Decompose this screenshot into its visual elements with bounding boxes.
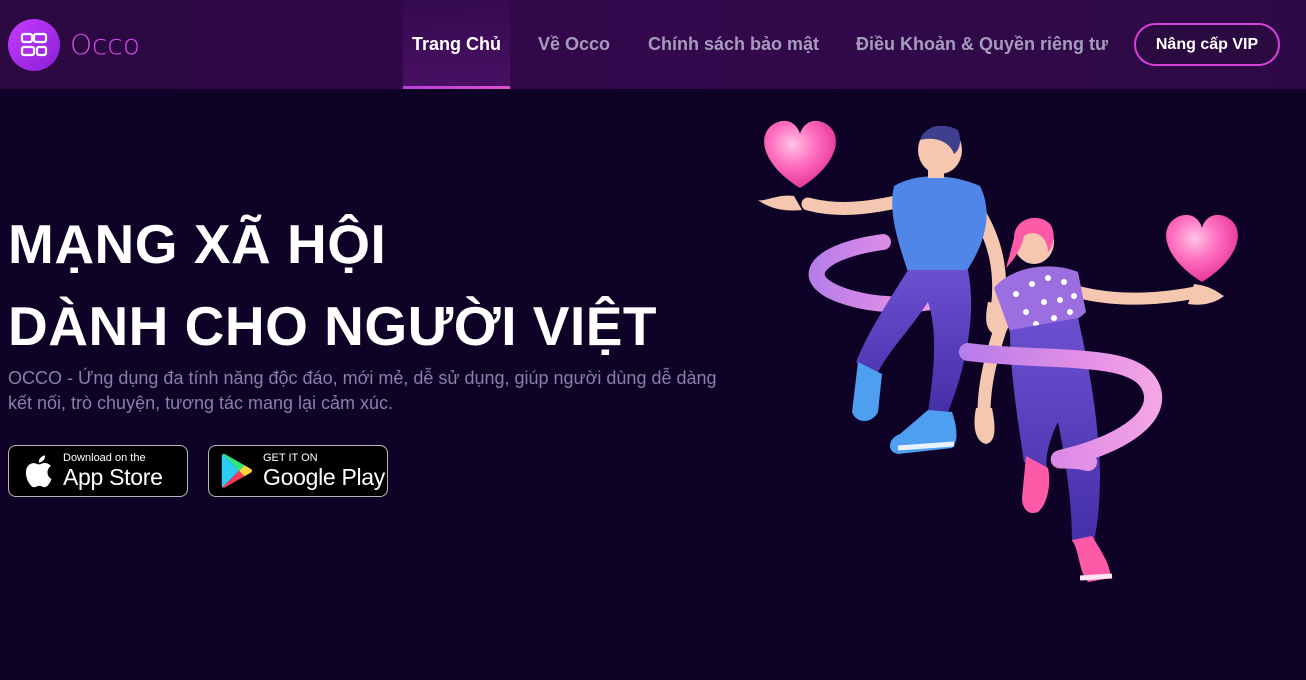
app-store-button[interactable]: Download on the App Store bbox=[8, 445, 188, 497]
hero-title-line2: DÀNH CHO NGƯỜI VIỆT bbox=[8, 295, 658, 357]
app-store-label: App Store bbox=[63, 464, 163, 490]
heart-icon bbox=[764, 120, 836, 188]
couple-illustration bbox=[758, 120, 1238, 582]
google-play-label: Google Play bbox=[263, 464, 385, 490]
upgrade-vip-button[interactable]: Nâng cấp VIP bbox=[1134, 23, 1280, 66]
hero-description: OCCO - Ứng dụng đa tính năng độc đáo, mớ… bbox=[8, 368, 717, 413]
nav-privacy-policy[interactable]: Chính sách bảo mật bbox=[648, 0, 819, 89]
nav-about[interactable]: Về Occo bbox=[538, 0, 610, 89]
hero-title-line1: MẠNG XÃ HỘI bbox=[8, 213, 387, 275]
woman-figure bbox=[974, 217, 1224, 582]
nav-home[interactable]: Trang Chủ bbox=[403, 0, 510, 89]
apple-icon bbox=[23, 454, 53, 488]
app-store-small-label: Download on the bbox=[63, 452, 146, 464]
brand-name[interactable]: Occo bbox=[70, 28, 140, 61]
top-navbar: Occo Trang Chủ Về Occo Chính sách bảo mậ… bbox=[0, 0, 1306, 89]
logo-icon bbox=[20, 32, 48, 57]
nav-terms[interactable]: Điều Khoản & Quyền riêng tư bbox=[856, 0, 1108, 89]
occo-logo[interactable] bbox=[8, 19, 60, 71]
google-play-small-label: GET IT ON bbox=[263, 452, 318, 464]
google-play-button[interactable]: GET IT ON Google Play bbox=[208, 445, 388, 497]
heart-icon bbox=[1166, 214, 1238, 282]
google-play-icon bbox=[221, 453, 253, 489]
